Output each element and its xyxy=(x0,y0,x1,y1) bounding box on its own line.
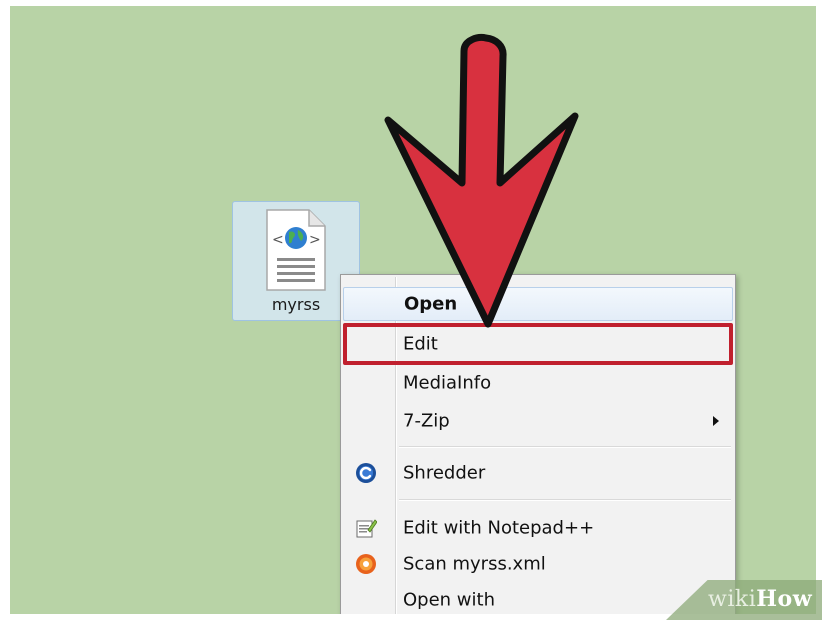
watermark-text: wikiHow xyxy=(708,586,813,612)
red-down-arrow-annotation xyxy=(384,34,579,328)
desktop: < > myrss Open Edit MediaInfo 7-Zip Shre… xyxy=(10,6,816,614)
